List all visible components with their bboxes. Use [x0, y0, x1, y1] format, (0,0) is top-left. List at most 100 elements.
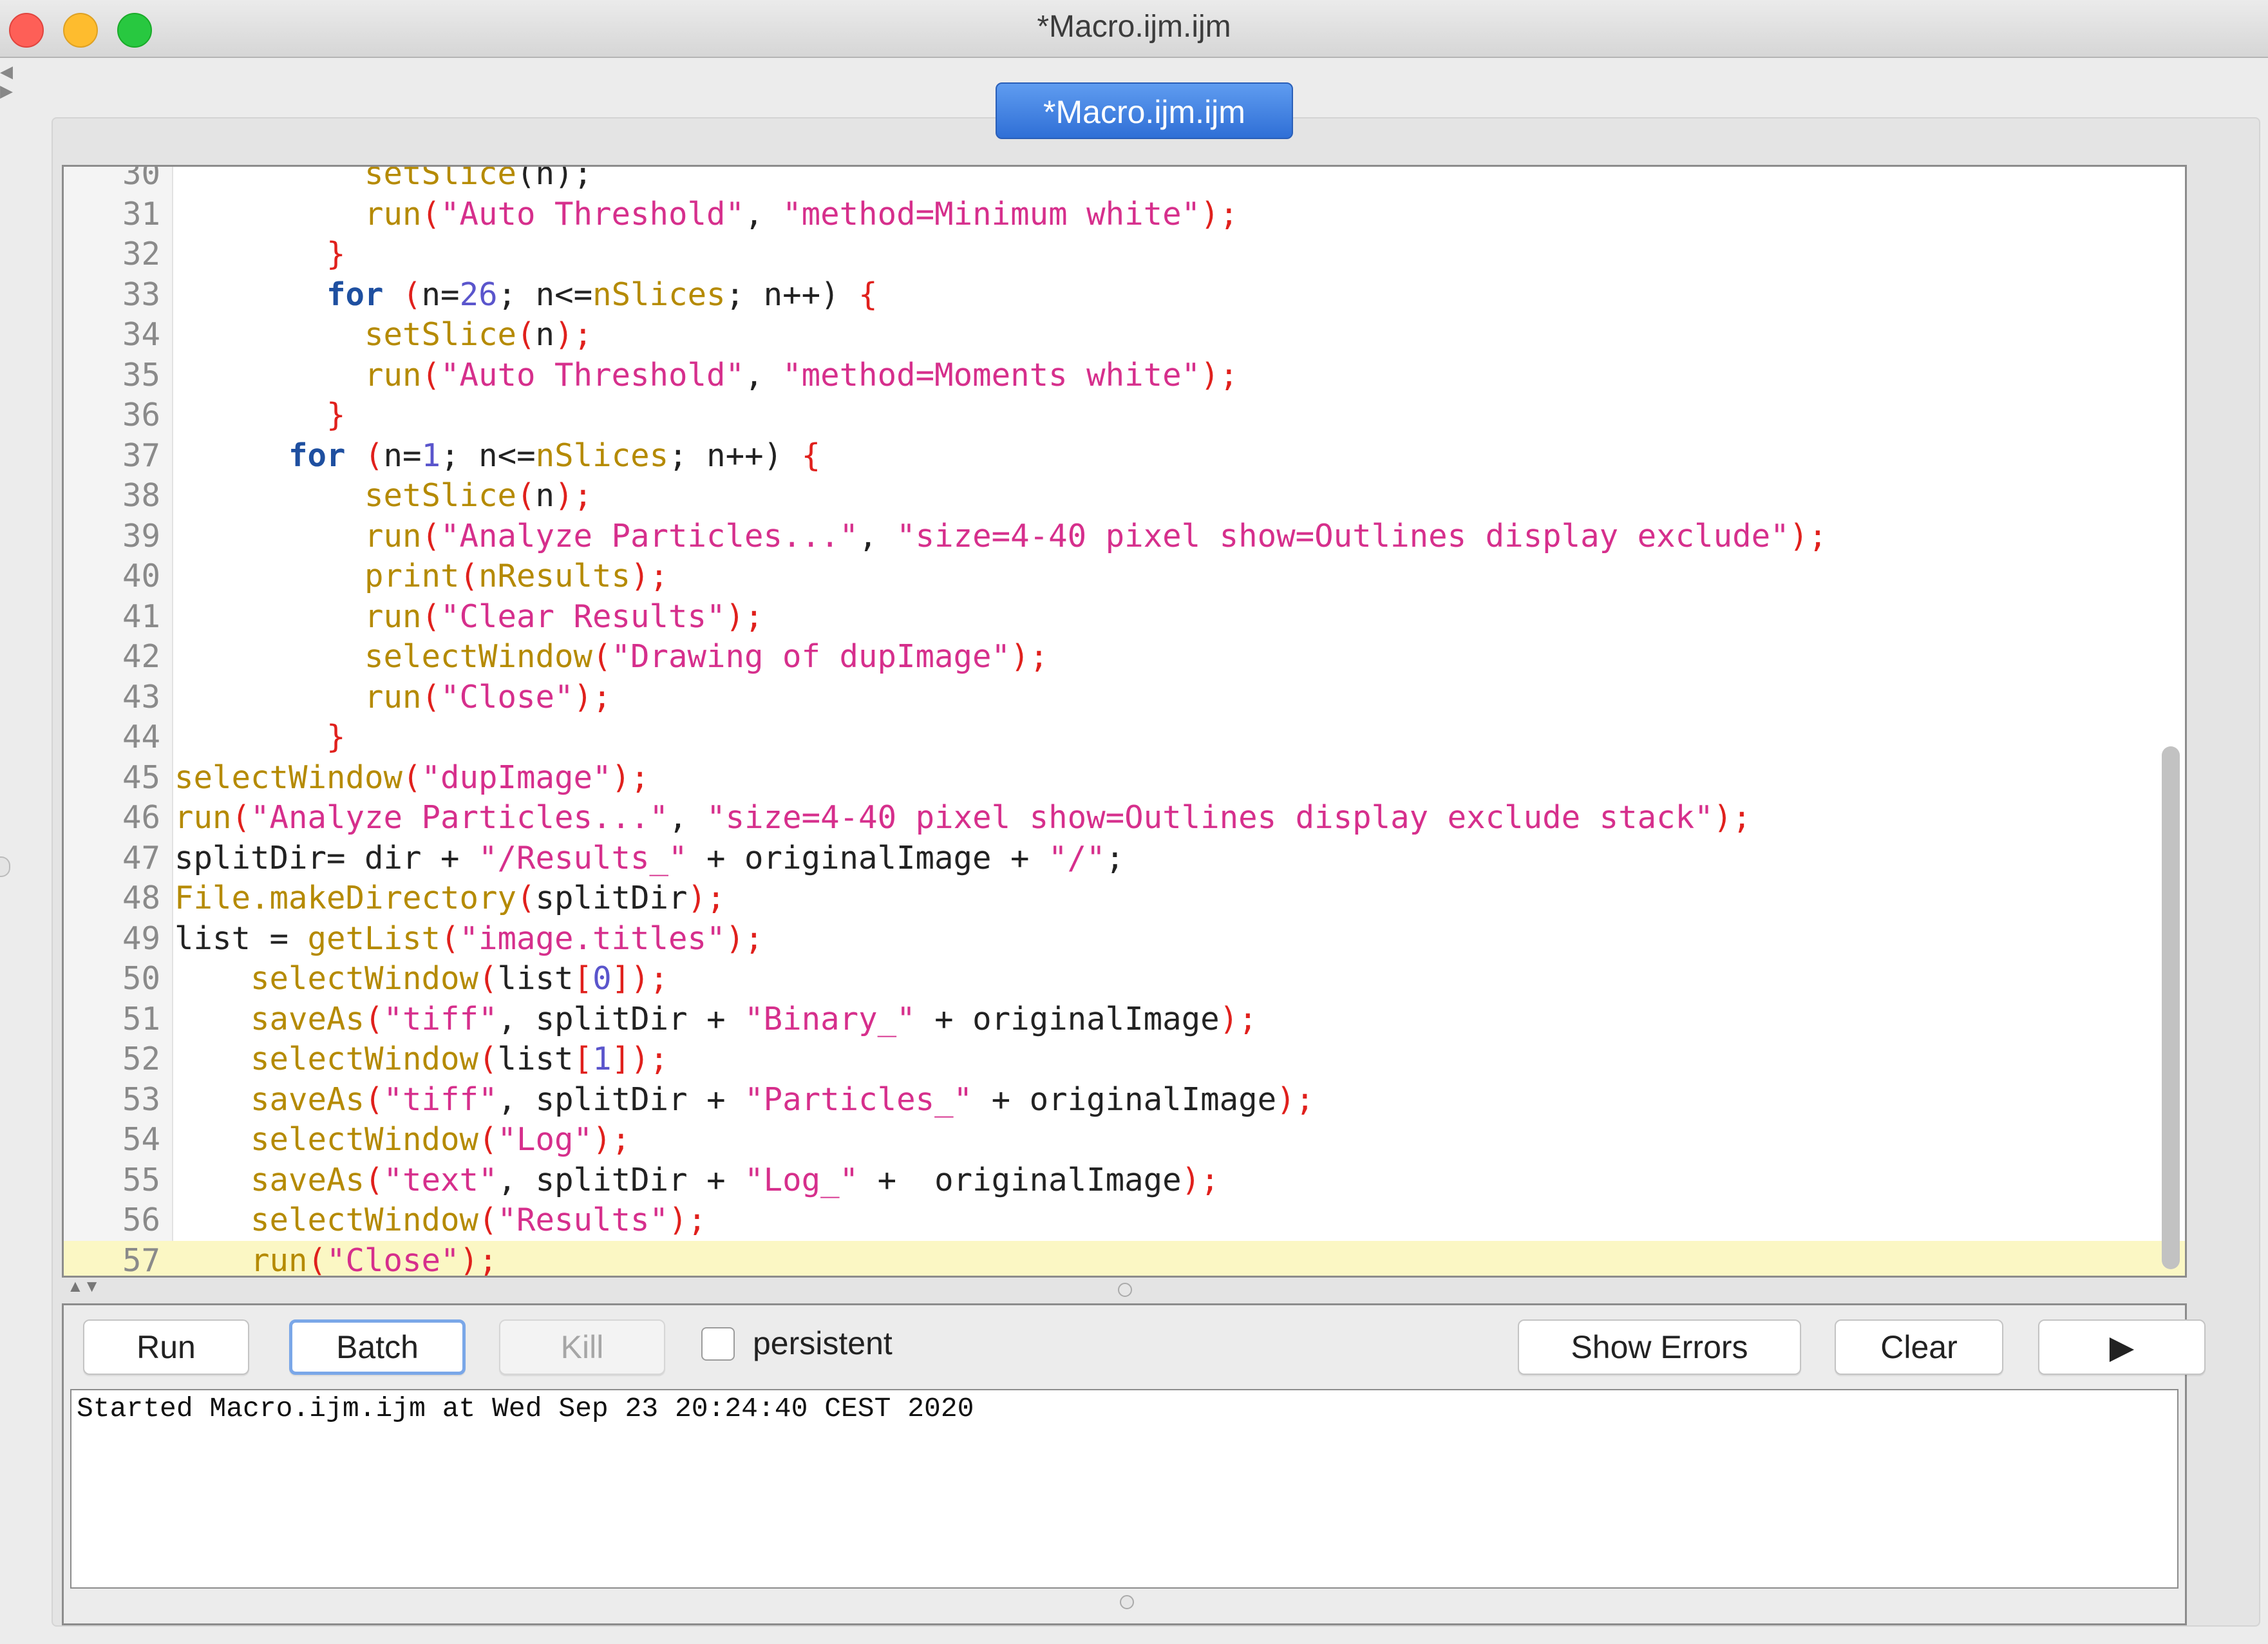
code-token: list — [497, 1041, 574, 1077]
log-output[interactable]: Started Macro.ijm.ijm at Wed Sep 23 20:2… — [70, 1389, 2178, 1589]
line-number: 35 — [122, 356, 160, 393]
code-text: selectWindow("Drawing of dupImage"); — [175, 637, 1048, 677]
code-token: ); — [592, 1121, 631, 1158]
batch-button[interactable]: Batch — [289, 1319, 466, 1375]
line-number: 53 — [122, 1081, 160, 1118]
clear-button[interactable]: Clear — [1835, 1319, 2003, 1375]
edge-right-arrow-icon[interactable]: ▶ — [0, 81, 13, 100]
code-line[interactable]: 33 for (n=26; n<=nSlices; n++) { — [64, 275, 2185, 316]
code-token: { — [858, 276, 878, 313]
edge-arrows-icon[interactable]: ◀ ▶ — [0, 62, 13, 100]
code-line[interactable]: 38 setSlice(n); — [64, 476, 2185, 516]
line-number: 49 — [122, 920, 160, 957]
code-line[interactable]: 31 run("Auto Threshold", "method=Minimum… — [64, 194, 2185, 235]
log-knob-icon[interactable] — [1120, 1595, 1134, 1609]
code-token: ( — [345, 437, 384, 474]
code-token: print — [364, 558, 460, 594]
code-line[interactable]: 50 selectWindow(list[0]); — [64, 959, 2185, 999]
code-line[interactable]: 56 selectWindow("Results"); — [64, 1200, 2185, 1241]
run-button[interactable]: Run — [83, 1319, 249, 1375]
code-token: "/" — [1048, 839, 1106, 876]
code-line[interactable]: 53 saveAs("tiff", splitDir + "Particles_… — [64, 1080, 2185, 1120]
code-text: run("Close"); — [175, 677, 612, 718]
code-token: run — [364, 678, 422, 715]
code-line[interactable]: 30 setSlice(n); — [64, 165, 2185, 194]
code-token: "tiff" — [383, 1000, 498, 1037]
code-line[interactable]: 34 setSlice(n); — [64, 315, 2185, 355]
code-line[interactable]: 40 print(nResults); — [64, 556, 2185, 597]
code-line[interactable]: 39 run("Analyze Particles...", "size=4-4… — [64, 516, 2185, 557]
code-token: ; n++) — [725, 276, 859, 313]
code-token: ; n++) — [668, 437, 802, 474]
code-line[interactable]: 37 for (n=1; n<=nSlices; n++) { — [64, 436, 2185, 477]
code-token: } — [326, 397, 346, 433]
code-line[interactable]: 45 selectWindow("dupImage"); — [64, 758, 2185, 798]
code-line[interactable]: 46 run("Analyze Particles...", "size=4-40… — [64, 798, 2185, 838]
line-number: 50 — [122, 960, 160, 997]
code-token: ); — [1713, 799, 1752, 836]
code-text: } — [175, 395, 346, 436]
code-text: run("Auto Threshold", "method=Minimum wh… — [175, 194, 1238, 235]
persistent-checkbox[interactable] — [701, 1327, 735, 1361]
code-line[interactable]: 32 } — [64, 234, 2185, 275]
line-number: 42 — [122, 638, 160, 675]
code-line[interactable]: 54 selectWindow("Log"); — [64, 1120, 2185, 1160]
code-token: selectWindow — [250, 1121, 479, 1158]
code-token: , — [744, 356, 783, 393]
code-line[interactable]: 35 run("Auto Threshold", "method=Moments… — [64, 355, 2185, 396]
code-line[interactable]: 57 run("Close"); — [64, 1240, 2185, 1276]
code-line[interactable]: 43 run("Close"); — [64, 677, 2185, 718]
code-token: ); — [554, 477, 593, 514]
tab-macro[interactable]: *Macro.ijm.ijm — [996, 82, 1293, 139]
code-token: ); — [725, 920, 764, 957]
code-text: run("Analyze Particles...", "size=4-40 p… — [175, 516, 1828, 557]
line-number: 56 — [122, 1202, 160, 1238]
code-token: ( — [459, 558, 479, 594]
code-token: "Results" — [497, 1202, 669, 1238]
code-token: selectWindow — [250, 1041, 479, 1077]
code-token: [ — [573, 1041, 593, 1077]
code-line[interactable]: 44 } — [64, 717, 2185, 758]
code-token: ); — [1276, 1081, 1315, 1118]
edge-left-arrow-icon[interactable]: ◀ — [0, 62, 13, 81]
editor-scrollbar[interactable] — [2162, 746, 2180, 1269]
show-errors-button[interactable]: Show Errors — [1518, 1319, 1801, 1375]
line-number: 30 — [122, 165, 160, 192]
code-line[interactable]: 47 splitDir= dir + "/Results_" + original… — [64, 838, 2185, 879]
code-token: selectWindow — [175, 759, 403, 796]
splitter-knob-icon[interactable] — [1118, 1283, 1132, 1297]
play-menu-button[interactable]: ▶ — [2038, 1319, 2206, 1375]
line-number: 33 — [122, 276, 160, 313]
code-line[interactable]: 48 File.makeDirectory(splitDir); — [64, 878, 2185, 919]
code-line[interactable]: 36 } — [64, 395, 2185, 436]
code-text: selectWindow("Log"); — [175, 1120, 630, 1160]
code-token: "method=Minimum white" — [782, 195, 1201, 232]
code-line[interactable]: 55 saveAs("text", splitDir + "Log_" + or… — [64, 1160, 2185, 1201]
split-arrows-icon[interactable]: ▲▼ — [67, 1276, 100, 1296]
code-text: run("Analyze Particles...", "size=4-40 p… — [175, 798, 1752, 838]
code-text: splitDir= dir + "/Results_" + originalIm… — [175, 838, 1124, 879]
code-editor[interactable]: 30 setSlice(n); 31 run("Auto Threshold", … — [62, 165, 2187, 1278]
editor-splitter[interactable]: ▲▼ — [62, 1276, 2187, 1297]
code-line[interactable]: 41 run("Clear Results"); — [64, 597, 2185, 638]
code-token: File.makeDirectory — [175, 880, 517, 916]
code-lines: 30 setSlice(n); 31 run("Auto Threshold", … — [64, 165, 2185, 1276]
code-line[interactable]: 49 list = getList("image.titles"); — [64, 919, 2185, 959]
code-token: saveAs — [250, 1081, 365, 1118]
code-token: ( — [231, 799, 251, 836]
code-line[interactable]: 51 saveAs("tiff", splitDir + "Binary_" +… — [64, 999, 2185, 1040]
code-line[interactable]: 52 selectWindow(list[1]); — [64, 1039, 2185, 1080]
code-token: ]); — [611, 1041, 669, 1077]
line-number: 39 — [122, 517, 160, 554]
edge-grip-icon[interactable] — [0, 856, 10, 877]
code-token: "tiff" — [383, 1081, 498, 1118]
code-token: run — [364, 195, 422, 232]
code-line[interactable]: 42 selectWindow("Drawing of dupImage"); — [64, 637, 2185, 677]
line-number: 36 — [122, 397, 160, 433]
line-number: 37 — [122, 437, 160, 474]
